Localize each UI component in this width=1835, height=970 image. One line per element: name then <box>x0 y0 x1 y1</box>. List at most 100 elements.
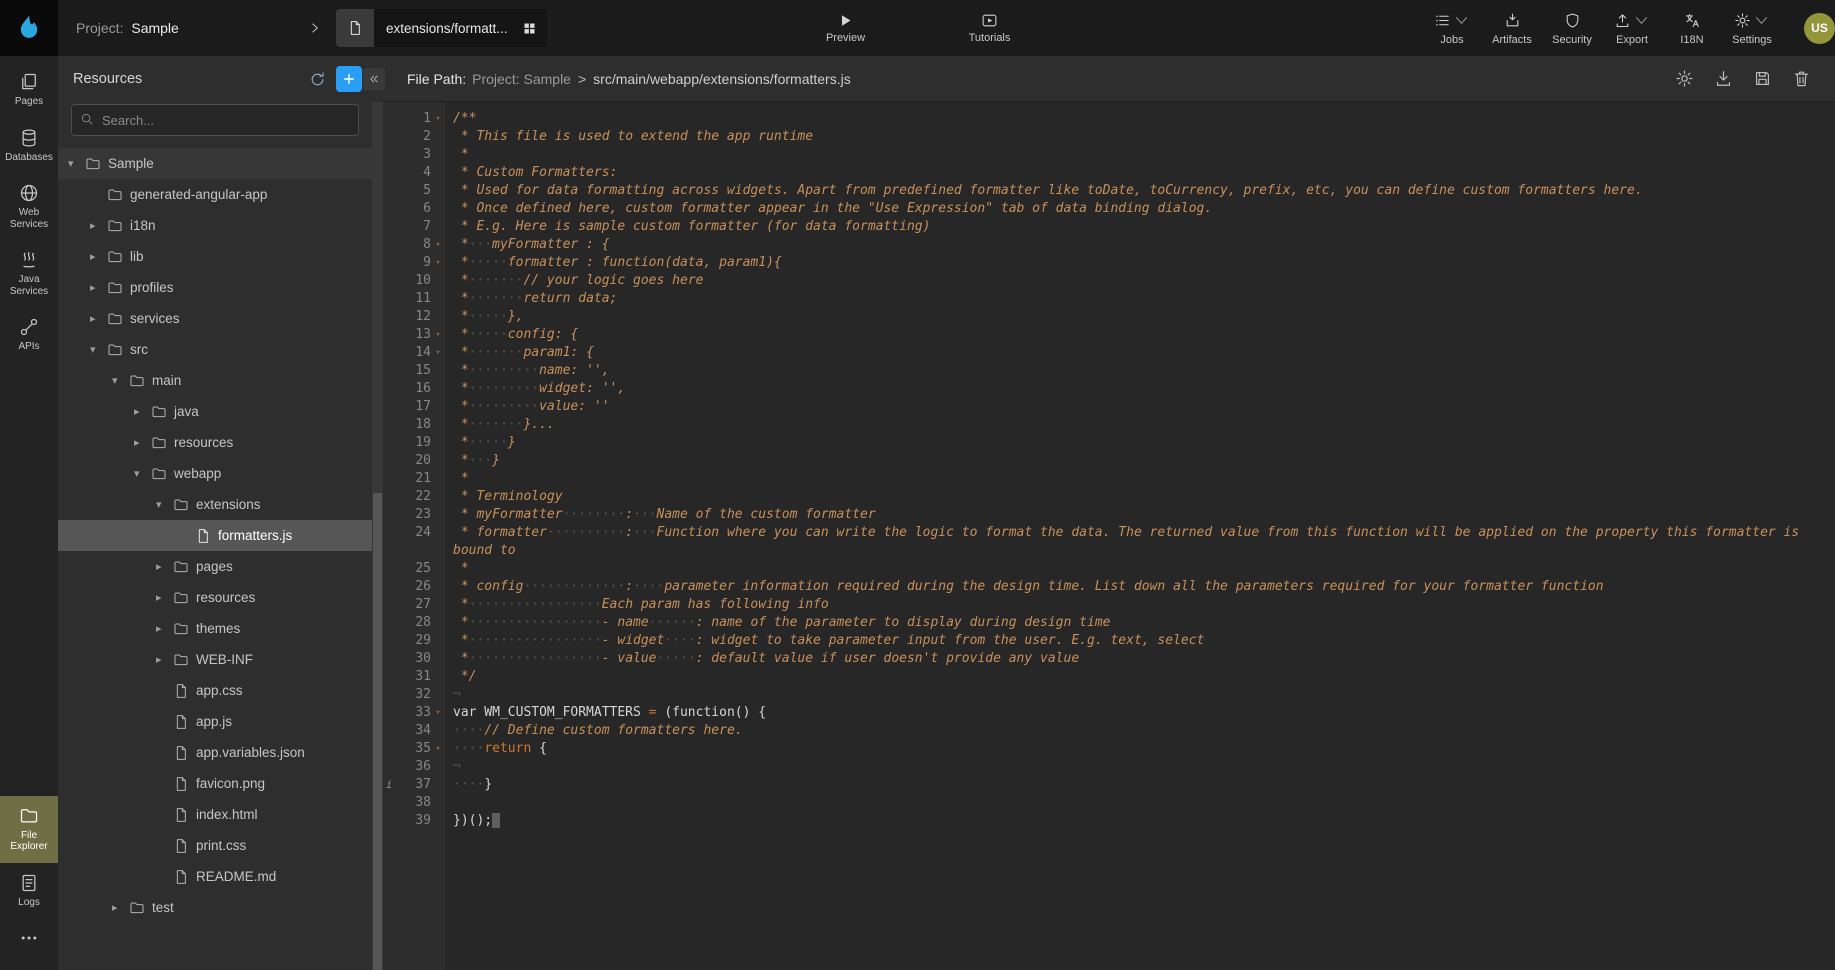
topbar-item-tutorials[interactable]: Tutorials <box>964 12 1016 44</box>
code-text[interactable]: * This file is used to extend the app ru… <box>445 128 1835 146</box>
tree-item-src[interactable]: ▾src <box>58 334 372 365</box>
wavemaker-logo-icon[interactable] <box>0 0 58 56</box>
chevron-down-icon[interactable]: ▾ <box>68 157 85 170</box>
rail-item-databases[interactable]: Databases <box>0 118 58 174</box>
grid-icon[interactable] <box>522 21 537 36</box>
code-text[interactable]: * Once defined here, custom formatter ap… <box>445 200 1835 218</box>
chevron-right-icon[interactable] <box>308 18 322 38</box>
code-text[interactable]: ····} <box>445 776 1835 794</box>
rail-item-pages[interactable]: Pages <box>0 62 58 118</box>
code-text[interactable]: *···} <box>445 452 1835 470</box>
chevron-down-icon[interactable]: ▾ <box>112 374 129 387</box>
tree-item-sample[interactable]: ▾Sample <box>58 148 372 179</box>
trash-button[interactable] <box>1792 69 1811 88</box>
tree-item-themes[interactable]: ▸themes <box>58 613 372 644</box>
code-text[interactable]: ····// Define custom formatters here. <box>445 722 1835 740</box>
topbar-item-preview[interactable]: Preview <box>820 12 872 44</box>
rail-item-logs[interactable]: Logs <box>0 863 58 919</box>
code-editor[interactable]: 1▾/**2 * This file is used to extend the… <box>383 102 1835 970</box>
tree-item-pages[interactable]: ▸pages <box>58 551 372 582</box>
topbar-item-artifacts[interactable]: Artifacts <box>1486 11 1538 46</box>
code-text[interactable]: *·····}, <box>445 308 1835 326</box>
chevron-right-icon[interactable]: ▸ <box>156 622 173 635</box>
chevron-right-icon[interactable]: ▸ <box>90 250 107 263</box>
code-text[interactable]: * <box>445 560 1835 578</box>
save-button[interactable] <box>1753 69 1772 88</box>
tree-scrollbar-thumb[interactable] <box>373 493 382 970</box>
code-text[interactable]: *·····} <box>445 434 1835 452</box>
tree-item-print-css[interactable]: print.css <box>58 830 372 861</box>
gear-button[interactable] <box>1675 69 1694 88</box>
tree-item-main[interactable]: ▾main <box>58 365 372 396</box>
topbar-item-jobs[interactable]: Jobs <box>1426 11 1478 46</box>
tree-scrollbar-track[interactable] <box>372 102 383 970</box>
code-text[interactable]: * myFormatter········:···Name of the cus… <box>445 506 1835 524</box>
code-text[interactable]: *·········value: '' <box>445 398 1835 416</box>
tree-item-resources[interactable]: ▸resources <box>58 582 372 613</box>
chevron-right-icon[interactable]: ▸ <box>156 560 173 573</box>
code-text[interactable]: * Terminology <box>445 488 1835 506</box>
code-text[interactable]: *·······}... <box>445 416 1835 434</box>
code-text[interactable]: *·····config: { <box>445 326 1835 344</box>
code-text[interactable]: ¬ <box>445 686 1835 704</box>
topbar-item-i18n[interactable]: I18N <box>1666 11 1718 46</box>
code-text[interactable]: * E.g. Here is sample custom formatter (… <box>445 218 1835 236</box>
chevron-right-icon[interactable]: ▸ <box>156 591 173 604</box>
refresh-button[interactable] <box>309 71 326 88</box>
code-text[interactable]: /** <box>445 110 1835 128</box>
code-text[interactable]: ¬ <box>445 758 1835 776</box>
code-text[interactable]: })(); <box>445 812 1835 830</box>
code-text[interactable]: *·········name: '', <box>445 362 1835 380</box>
fold-arrow-icon[interactable]: ▾ <box>431 740 445 758</box>
chevron-right-icon[interactable]: ▸ <box>90 312 107 325</box>
topbar-item-export[interactable]: Export <box>1606 11 1658 46</box>
tree-item-app-css[interactable]: app.css <box>58 675 372 706</box>
code-text[interactable]: *·················- value·····: default … <box>445 650 1835 668</box>
fold-arrow-icon[interactable]: ▾ <box>431 704 445 722</box>
tree-item-extensions[interactable]: ▾extensions <box>58 489 372 520</box>
code-text[interactable]: *·····formatter : function(data, param1)… <box>445 254 1835 272</box>
fold-arrow-icon[interactable]: ▾ <box>431 344 445 362</box>
fold-arrow-icon[interactable]: ▾ <box>431 326 445 344</box>
code-text[interactable]: *·········widget: '', <box>445 380 1835 398</box>
chevron-right-icon[interactable]: ▸ <box>90 219 107 232</box>
tree-item-generated-angular-app[interactable]: generated-angular-app <box>58 179 372 210</box>
tree-item-webapp[interactable]: ▾webapp <box>58 458 372 489</box>
topbar-item-settings[interactable]: Settings <box>1726 11 1778 46</box>
chevron-right-icon[interactable]: ▸ <box>112 901 129 914</box>
tree-item-web-inf[interactable]: ▸WEB-INF <box>58 644 372 675</box>
plus-button[interactable] <box>336 66 362 92</box>
code-text[interactable]: *···myFormatter : { <box>445 236 1835 254</box>
download-button[interactable] <box>1714 69 1733 88</box>
rail-item-more[interactable] <box>0 918 58 958</box>
tree-item-favicon-png[interactable]: favicon.png <box>58 768 372 799</box>
rail-item-apis[interactable]: APIs <box>0 307 58 363</box>
code-text[interactable]: *·················- widget····: widget t… <box>445 632 1835 650</box>
code-text[interactable]: * formatter··········:···Function where … <box>445 524 1835 560</box>
code-text[interactable]: */ <box>445 668 1835 686</box>
code-text[interactable]: *·······param1: { <box>445 344 1835 362</box>
chevron-right-icon[interactable]: ▸ <box>134 436 151 449</box>
code-text[interactable] <box>445 794 1835 812</box>
collapse-panel-button[interactable] <box>363 68 385 90</box>
code-text[interactable]: * Custom Formatters: <box>445 164 1835 182</box>
chevron-right-icon[interactable]: ▸ <box>90 281 107 294</box>
tree-item-index-html[interactable]: index.html <box>58 799 372 830</box>
open-file-tab[interactable]: extensions/formatt... <box>336 9 547 47</box>
rail-item-java-services[interactable]: Java Services <box>0 240 58 307</box>
code-text[interactable]: var WM_CUSTOM_FORMATTERS = (function() { <box>445 704 1835 722</box>
code-text[interactable]: * <box>445 146 1835 164</box>
tree-item-readme-md[interactable]: README.md <box>58 861 372 892</box>
tree-item-lib[interactable]: ▸lib <box>58 241 372 272</box>
tree-item-i18n[interactable]: ▸i18n <box>58 210 372 241</box>
fold-arrow-icon[interactable]: ▾ <box>431 254 445 272</box>
tree-item-services[interactable]: ▸services <box>58 303 372 334</box>
chevron-down-icon[interactable]: ▾ <box>134 467 151 480</box>
chevron-right-icon[interactable]: ▸ <box>134 405 151 418</box>
code-text[interactable]: * <box>445 470 1835 488</box>
code-text[interactable]: *·······// your logic goes here <box>445 272 1835 290</box>
code-text[interactable]: *·················Each param has followi… <box>445 596 1835 614</box>
tree-item-profiles[interactable]: ▸profiles <box>58 272 372 303</box>
tree-item-test[interactable]: ▸test <box>58 892 372 923</box>
fold-arrow-icon[interactable]: ▾ <box>431 110 445 128</box>
